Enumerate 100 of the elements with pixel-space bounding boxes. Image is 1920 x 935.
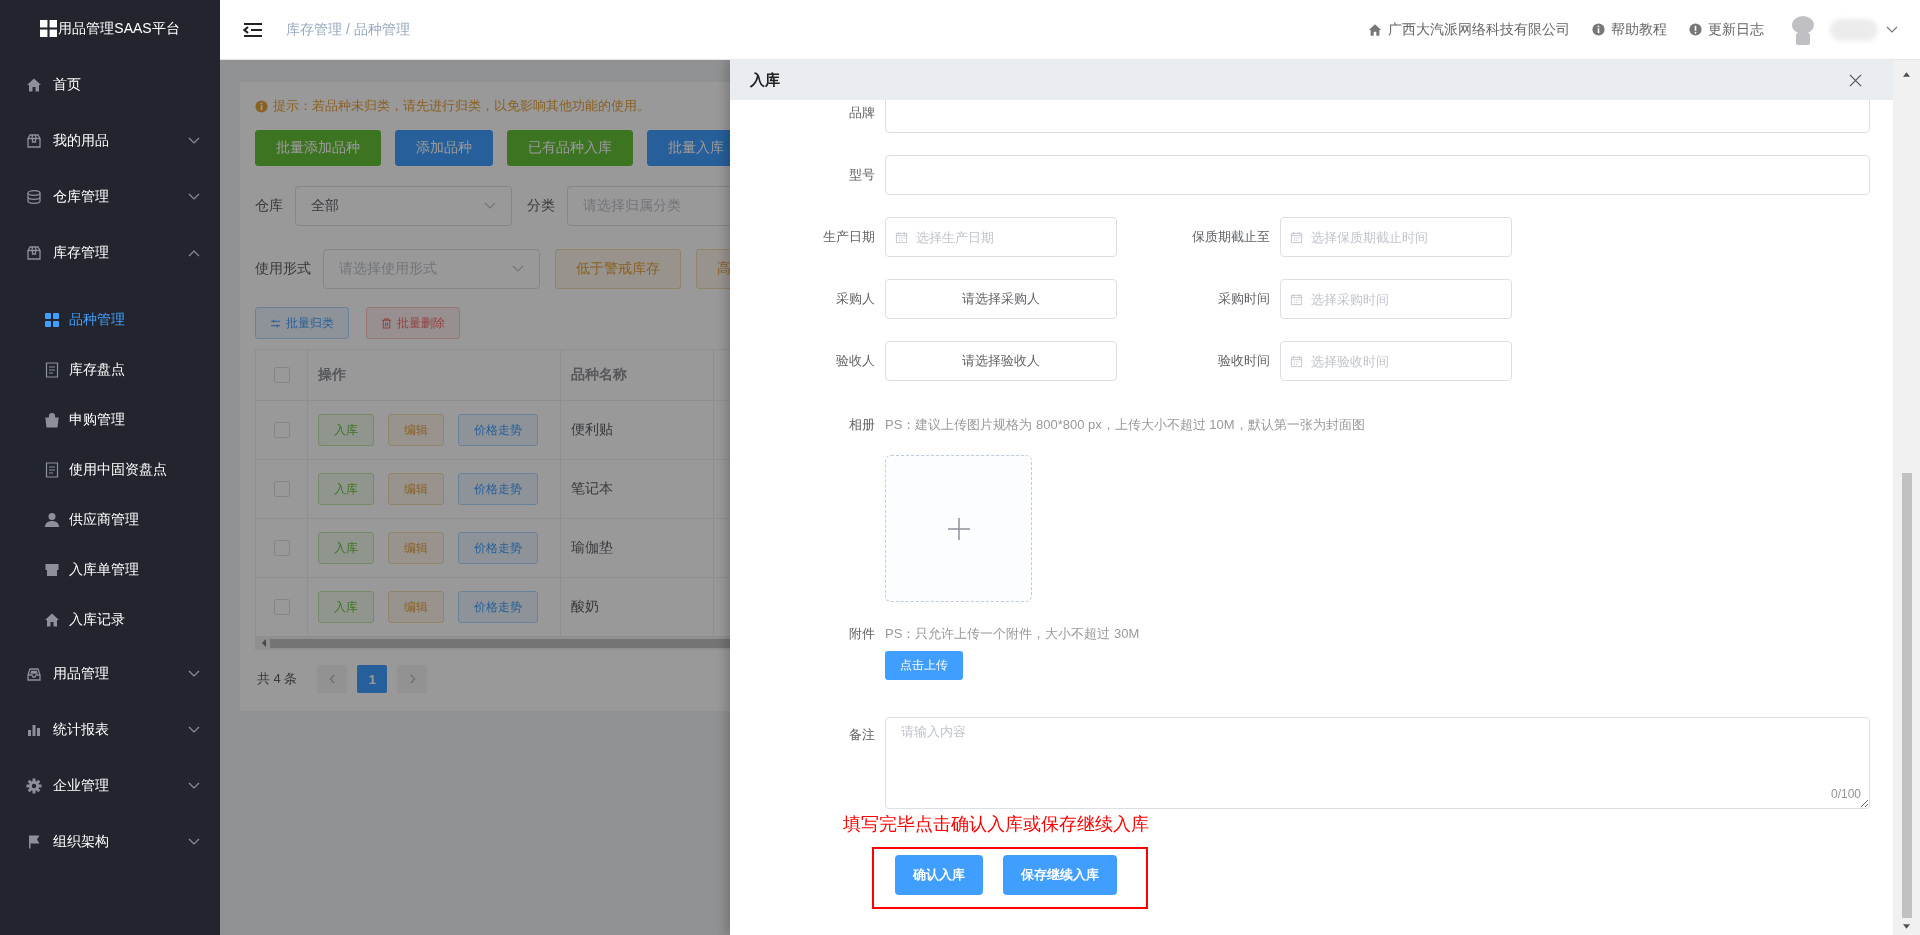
info-icon [255, 99, 268, 113]
filter-button[interactable]: 高 [696, 249, 730, 289]
row-action-button[interactable]: 编辑 [388, 532, 444, 564]
logo-icon [40, 20, 58, 37]
submenu-item[interactable]: 品种管理 [0, 295, 220, 345]
header-link[interactable]: 更新日志 [1708, 20, 1764, 39]
home-icon [44, 612, 60, 628]
plus-icon [947, 517, 970, 540]
chevron-right-icon [408, 674, 416, 684]
field-label: 验收人 [835, 352, 876, 370]
field-label: 采购人 [835, 290, 876, 308]
home-icon [1368, 22, 1382, 37]
text-field[interactable] [885, 155, 1870, 195]
field-label: 验收时间 [1217, 352, 1271, 370]
nav-item[interactable]: 企业管理 [0, 758, 220, 814]
header-link[interactable]: 广西大汽派网络科技有限公司 [1388, 20, 1570, 39]
row-action-button[interactable]: 入库 [318, 414, 374, 446]
submit-button[interactable]: 确认入库 [895, 855, 983, 895]
row-action-button[interactable]: 入库 [318, 473, 374, 505]
date-field[interactable]: 选择验收时间 [1280, 341, 1512, 381]
batch-button[interactable]: 批量删除 [366, 307, 460, 339]
text-field[interactable] [885, 100, 1870, 133]
column-header: 品种名称 [561, 350, 714, 400]
field-label: 品牌 [848, 104, 876, 122]
settings-icon [26, 778, 42, 794]
home-icon [26, 77, 42, 93]
caret-icon [188, 193, 200, 201]
column-header: 操作 [308, 350, 561, 400]
bar-chart-icon [26, 722, 42, 738]
vertical-scrollbar[interactable] [1893, 60, 1920, 935]
action-button[interactable]: 已有品种入库 [507, 130, 633, 166]
caret-icon [188, 838, 200, 846]
database-icon [26, 189, 42, 205]
field-label: 附件 [848, 625, 876, 643]
sliders-icon [270, 317, 281, 329]
date-field[interactable]: 选择采购时间 [1280, 279, 1512, 319]
submenu-item[interactable]: 申购管理 [0, 395, 220, 445]
field-label: 相册 [848, 416, 876, 434]
date-field[interactable]: 选择生产日期 [885, 217, 1117, 257]
submenu-item[interactable]: 库存盘点 [0, 345, 220, 395]
field-label: 生产日期 [822, 228, 876, 246]
action-button[interactable]: 添加品种 [395, 130, 493, 166]
flag-icon [26, 834, 42, 850]
submenu-item[interactable]: 入库记录 [0, 595, 220, 645]
date-field[interactable]: 选择保质期截止时间 [1280, 217, 1512, 257]
app-title: 用品管理SAAS平台 [58, 19, 180, 38]
chevron-left-icon [328, 674, 336, 684]
submenu-item[interactable]: 入库单管理 [0, 545, 220, 595]
scroll-down-icon[interactable] [1903, 924, 1910, 929]
nav-item[interactable]: 仓库管理 [0, 169, 220, 225]
nav-item[interactable]: 库存管理 [0, 225, 220, 281]
filter-label: 使用形式 [255, 260, 311, 278]
caret-icon [188, 726, 200, 734]
nav-item[interactable]: 首页 [0, 57, 220, 113]
tray-icon [26, 666, 42, 682]
tip-text: 提示：若品种未归类，请先进行归类，以免影响其他功能的使用。 [273, 97, 650, 115]
picker-button[interactable]: 请选择采购人 [885, 279, 1117, 319]
row-action-button[interactable]: 价格走势 [458, 532, 538, 564]
action-button[interactable]: 批量添加品种 [255, 130, 381, 166]
filter-button[interactable]: 低于警戒库存 [555, 249, 681, 289]
table-cell: 笔记本 [561, 460, 714, 518]
page-button[interactable]: 1 [357, 665, 388, 693]
row-action-button[interactable]: 价格走势 [458, 414, 538, 446]
next-page-button[interactable] [397, 665, 428, 693]
caret-icon [1886, 25, 1898, 34]
submit-button[interactable]: 保存继续入库 [1003, 855, 1117, 895]
nav-item[interactable]: 我的用品 [0, 113, 220, 169]
submenu-item[interactable]: 供应商管理 [0, 495, 220, 545]
caret-icon [188, 782, 200, 790]
package-icon [26, 133, 42, 149]
character-counter: 0/100 [1830, 787, 1861, 801]
upload-button[interactable]: 点击上传 [885, 651, 963, 680]
menu-icon[interactable] [243, 21, 263, 38]
select-field[interactable]: 全部 [295, 186, 512, 226]
picker-button[interactable]: 请选择验收人 [885, 341, 1117, 381]
nav-item[interactable]: 组织架构 [0, 814, 220, 870]
row-action-button[interactable]: 编辑 [388, 473, 444, 505]
row-action-button[interactable]: 编辑 [388, 414, 444, 446]
nav-item[interactable]: 统计报表 [0, 702, 220, 758]
scrollbar-thumb[interactable] [1901, 473, 1912, 918]
row-action-button[interactable]: 价格走势 [458, 473, 538, 505]
nav-item[interactable]: 用品管理 [0, 646, 220, 702]
alert-icon [1689, 23, 1702, 36]
annotation-text: 填写完毕点击确认入库或保存继续入库 [843, 813, 1149, 836]
header-link[interactable]: 帮助教程 [1611, 20, 1667, 39]
row-action-button[interactable]: 入库 [318, 591, 374, 623]
scroll-up-icon[interactable] [1903, 72, 1910, 77]
image-uploader[interactable] [885, 455, 1032, 602]
row-action-button[interactable]: 入库 [318, 532, 374, 564]
filter-label: 仓库 [255, 197, 283, 215]
caret-icon [188, 137, 200, 145]
shop-icon [44, 562, 60, 578]
previous-page-button[interactable] [317, 665, 348, 693]
batch-button[interactable]: 批量归类 [255, 307, 349, 339]
submenu-item[interactable]: 使用中固资盘点 [0, 445, 220, 495]
close-icon[interactable] [1849, 73, 1862, 87]
row-action-button[interactable]: 编辑 [388, 591, 444, 623]
action-button[interactable]: 批量入库 [647, 130, 730, 166]
caret-icon [484, 202, 496, 210]
row-action-button[interactable]: 价格走势 [458, 591, 538, 623]
